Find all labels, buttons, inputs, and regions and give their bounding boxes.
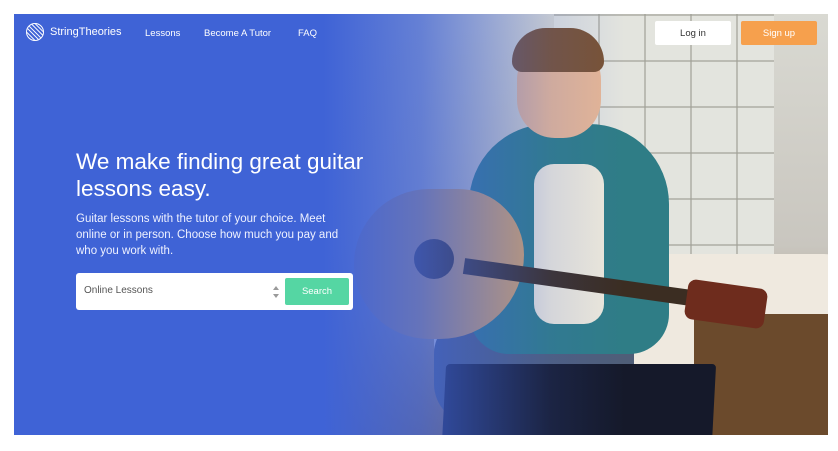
nav-link-become-a-tutor[interactable]: Become A Tutor bbox=[204, 28, 271, 39]
hero-headline: We make finding great guitar lessons eas… bbox=[76, 149, 364, 201]
search-button[interactable]: Search bbox=[285, 278, 349, 305]
lesson-type-select[interactable]: Online Lessons bbox=[84, 285, 153, 296]
nav-link-faq[interactable]: FAQ bbox=[298, 28, 317, 39]
top-nav: StringTheories Lessons Become A Tutor FA… bbox=[14, 14, 828, 54]
select-arrows-icon[interactable] bbox=[272, 284, 280, 300]
brand-logo[interactable]: StringTheories bbox=[26, 23, 122, 41]
signup-button[interactable]: Sign up bbox=[741, 21, 817, 45]
nav-link-lessons[interactable]: Lessons bbox=[145, 28, 180, 39]
brand-name: StringTheories bbox=[50, 26, 122, 38]
lesson-search-bar: Online Lessons Search bbox=[76, 273, 353, 310]
hero-subtext: Guitar lessons with the tutor of your ch… bbox=[76, 213, 339, 257]
login-button[interactable]: Log in bbox=[655, 21, 731, 45]
logo-icon bbox=[26, 23, 44, 41]
